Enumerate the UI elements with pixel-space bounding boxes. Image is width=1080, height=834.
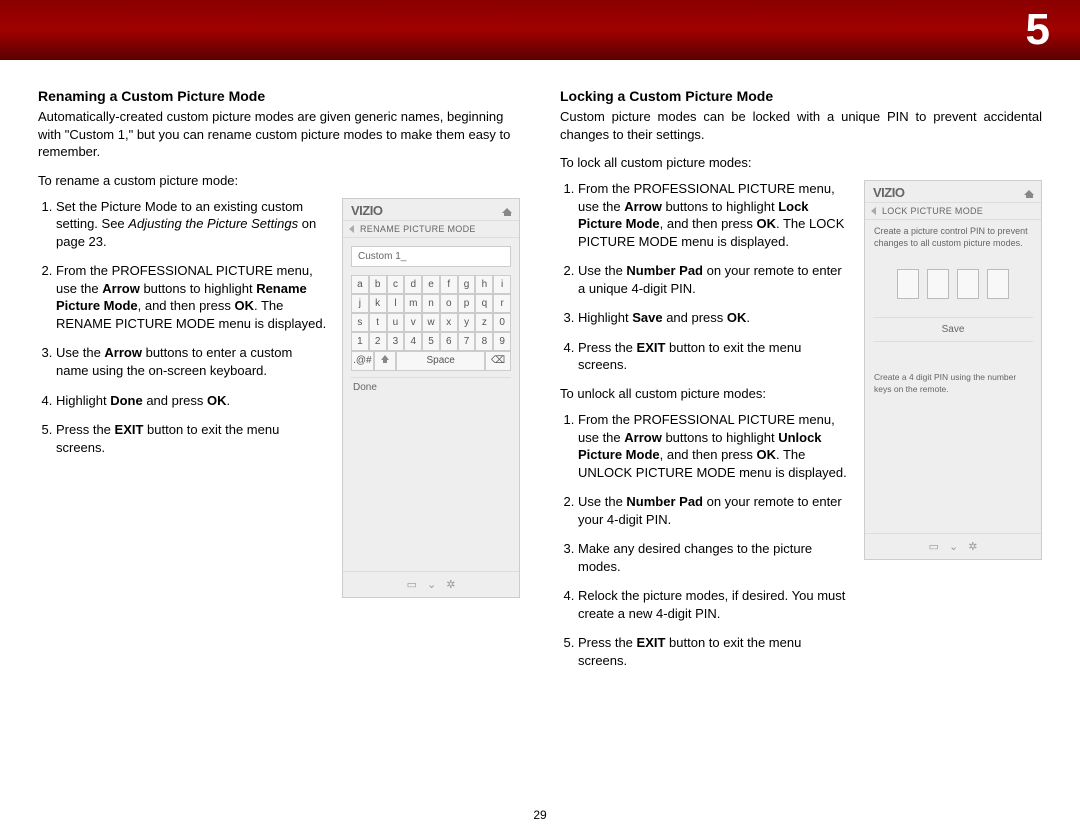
backspace-icon: ⌦ [491, 355, 505, 366]
chapter-band: 5 [0, 0, 1080, 60]
key[interactable]: l [387, 294, 405, 313]
list-item: From the PROFESSIONAL PICTURE menu, use … [56, 262, 328, 332]
right-intro: Custom picture modes can be locked with … [560, 108, 1042, 143]
key[interactable]: e [422, 275, 440, 294]
key[interactable]: n [422, 294, 440, 313]
pin-entry[interactable] [865, 255, 1041, 317]
key[interactable]: h [475, 275, 493, 294]
list-item: Use the Arrow buttons to enter a custom … [56, 344, 328, 379]
key[interactable]: 5 [422, 332, 440, 351]
key[interactable]: b [369, 275, 387, 294]
list-item: Use the Number Pad on your remote to ent… [578, 262, 850, 297]
key[interactable]: d [404, 275, 422, 294]
key[interactable]: 2 [369, 332, 387, 351]
settings-icon[interactable]: ✲ [968, 540, 977, 553]
symbols-key[interactable]: .@# [351, 351, 374, 371]
chapter-number: 5 [1026, 5, 1050, 55]
left-intro: Automatically-created custom picture mod… [38, 108, 520, 161]
key[interactable]: 0 [493, 313, 511, 332]
key[interactable]: c [387, 275, 405, 294]
list-item: From the PROFESSIONAL PICTURE menu, use … [578, 411, 850, 481]
back-icon[interactable] [349, 225, 354, 233]
key[interactable]: 6 [440, 332, 458, 351]
list-item: Highlight Save and press OK. [578, 309, 850, 327]
pin-note: Create a 4 digit PIN using the number ke… [865, 342, 1041, 402]
brand-logo: VIZIO [873, 185, 904, 200]
lock-lead: To lock all custom picture modes: [560, 155, 1042, 170]
key[interactable]: 9 [493, 332, 511, 351]
page-content: Renaming a Custom Picture Mode Automatic… [0, 60, 1080, 692]
pin-digit[interactable] [987, 269, 1009, 299]
unlock-lead: To unlock all custom picture modes: [560, 386, 850, 401]
onscreen-keyboard[interactable]: abcdefghi jklmnopqr stuvwxyz0 123456789 [351, 275, 511, 351]
key[interactable]: x [440, 313, 458, 332]
key[interactable]: o [440, 294, 458, 313]
key[interactable]: 4 [404, 332, 422, 351]
key[interactable]: v [404, 313, 422, 332]
key[interactable]: g [458, 275, 476, 294]
back-icon[interactable] [871, 207, 876, 215]
home-icon[interactable] [1024, 187, 1035, 198]
list-item: Set the Picture Mode to an existing cust… [56, 198, 328, 251]
right-heading: Locking a Custom Picture Mode [560, 88, 1042, 104]
settings-icon[interactable]: ✲ [446, 578, 455, 591]
key[interactable]: p [458, 294, 476, 313]
list-item: Relock the picture modes, if desired. Yo… [578, 587, 850, 622]
pin-digit[interactable] [957, 269, 979, 299]
list-item: Highlight Done and press OK. [56, 392, 328, 410]
pin-digit[interactable] [897, 269, 919, 299]
input-icon[interactable]: ⌄ [949, 540, 958, 553]
rename-steps: Set the Picture Mode to an existing cust… [38, 198, 328, 457]
key[interactable]: j [351, 294, 369, 313]
wide-icon[interactable]: ▭ [929, 540, 939, 553]
pin-digit[interactable] [927, 269, 949, 299]
key[interactable]: m [404, 294, 422, 313]
list-item: Press the EXIT button to exit the menu s… [578, 339, 850, 374]
list-item: From the PROFESSIONAL PICTURE menu, use … [578, 180, 850, 250]
key[interactable]: f [440, 275, 458, 294]
unlock-steps: From the PROFESSIONAL PICTURE menu, use … [560, 411, 850, 670]
page-number: 29 [0, 808, 1080, 822]
list-item: Use the Number Pad on your remote to ent… [578, 493, 850, 528]
key[interactable]: z [475, 313, 493, 332]
key[interactable]: r [493, 294, 511, 313]
list-item: Make any desired changes to the picture … [578, 540, 850, 575]
panel-title-text: LOCK PICTURE MODE [882, 206, 983, 216]
done-button[interactable]: Done [351, 377, 511, 397]
lock-description: Create a picture control PIN to prevent … [865, 220, 1041, 255]
key[interactable]: 1 [351, 332, 369, 351]
lock-panel: VIZIO LOCK PICTURE MODE Create a picture… [864, 180, 1042, 560]
key[interactable]: i [493, 275, 511, 294]
key[interactable]: 3 [387, 332, 405, 351]
key[interactable]: s [351, 313, 369, 332]
right-column: Locking a Custom Picture Mode Custom pic… [560, 88, 1042, 682]
key[interactable]: t [369, 313, 387, 332]
left-heading: Renaming a Custom Picture Mode [38, 88, 520, 104]
wide-icon[interactable]: ▭ [407, 578, 417, 591]
key[interactable]: y [458, 313, 476, 332]
key[interactable]: u [387, 313, 405, 332]
panel-title-text: RENAME PICTURE MODE [360, 224, 476, 234]
shift-key[interactable] [374, 351, 397, 371]
input-icon[interactable]: ⌄ [427, 578, 436, 591]
key[interactable]: 8 [475, 332, 493, 351]
shift-icon [381, 355, 390, 364]
key[interactable]: a [351, 275, 369, 294]
backspace-key[interactable]: ⌦ [485, 351, 511, 371]
lock-steps: From the PROFESSIONAL PICTURE menu, use … [560, 180, 850, 374]
home-icon[interactable] [502, 205, 513, 216]
key[interactable]: k [369, 294, 387, 313]
save-button[interactable]: Save [873, 317, 1033, 342]
rename-panel: VIZIO RENAME PICTURE MODE Custom 1_ abcd… [342, 198, 520, 598]
list-item: Press the EXIT button to exit the menu s… [56, 421, 328, 456]
name-input[interactable]: Custom 1_ [351, 246, 511, 267]
space-key[interactable]: Space [396, 351, 484, 371]
left-column: Renaming a Custom Picture Mode Automatic… [38, 88, 520, 682]
left-lead: To rename a custom picture mode: [38, 173, 520, 188]
key[interactable]: 7 [458, 332, 476, 351]
key[interactable]: q [475, 294, 493, 313]
list-item: Press the EXIT button to exit the menu s… [578, 634, 850, 669]
brand-logo: VIZIO [351, 203, 382, 218]
key[interactable]: w [422, 313, 440, 332]
